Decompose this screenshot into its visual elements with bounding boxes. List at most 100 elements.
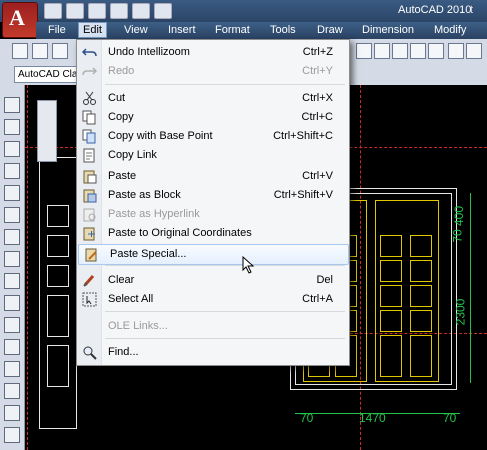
menu-item-shortcut: Ctrl+Y xyxy=(302,65,333,77)
menu-item-label: Paste Special... xyxy=(110,248,187,260)
menu-item-paste[interactable]: Paste Ctrl+V xyxy=(77,167,349,186)
menu-item-paste-hyperlink[interactable]: Paste as Hyperlink xyxy=(77,205,349,224)
undo-icon[interactable] xyxy=(110,3,128,19)
menu-item-shortcut: Ctrl+X xyxy=(302,92,333,104)
redo-icon[interactable] xyxy=(132,3,150,19)
ellipse-icon[interactable] xyxy=(4,295,20,311)
window-pane xyxy=(47,345,69,387)
menu-item-clear[interactable]: Clear Del xyxy=(77,271,349,290)
menu-item-label: Redo xyxy=(108,65,135,77)
title-bar: AutoCAD 2010 t xyxy=(0,0,487,22)
door-panel xyxy=(410,335,432,377)
menu-separator xyxy=(105,84,345,85)
menu-file[interactable]: File xyxy=(44,23,70,37)
zoom-previous-icon[interactable] xyxy=(410,43,426,59)
tool-palette-strip[interactable] xyxy=(37,100,57,162)
menu-modify[interactable]: Modify xyxy=(430,23,470,37)
construction-line-icon[interactable] xyxy=(4,119,20,135)
table-icon[interactable] xyxy=(4,427,20,443)
menu-item-select-all[interactable]: Select All Ctrl+A xyxy=(77,290,349,309)
new-icon[interactable] xyxy=(12,43,28,59)
hatch-icon[interactable] xyxy=(4,383,20,399)
menu-edit[interactable]: Edit xyxy=(78,22,107,38)
menu-item-undo[interactable]: Undo Intellizoom Ctrl+Z xyxy=(77,43,349,62)
menu-item-paste-original[interactable]: Paste to Original Coordinates xyxy=(77,224,349,243)
find-icon xyxy=(83,346,97,360)
menu-format[interactable]: Format xyxy=(211,23,254,37)
new-icon[interactable] xyxy=(44,3,62,19)
door-pane xyxy=(410,285,432,307)
menu-draw[interactable]: Draw xyxy=(313,23,347,37)
menu-insert[interactable]: Insert xyxy=(164,23,200,37)
zoom-window-icon[interactable] xyxy=(392,43,408,59)
eraser-icon xyxy=(83,275,95,287)
menu-item-cut[interactable]: Cut Ctrl+X xyxy=(77,89,349,108)
paste-block-icon xyxy=(83,189,97,203)
door-pane xyxy=(410,310,432,332)
polyline-icon[interactable] xyxy=(4,141,20,157)
zoom-extents-icon[interactable] xyxy=(428,43,444,59)
menu-item-ole-links[interactable]: OLE Links... xyxy=(77,317,349,336)
menu-tools[interactable]: Tools xyxy=(266,23,300,37)
rectangle-icon[interactable] xyxy=(4,185,20,201)
menu-item-find[interactable]: Find... xyxy=(77,343,349,362)
menu-item-redo[interactable]: Redo Ctrl+Y xyxy=(77,62,349,81)
menu-item-copy-link[interactable]: Copy Link xyxy=(77,146,349,165)
center-line xyxy=(27,85,28,450)
properties-icon[interactable] xyxy=(448,43,464,59)
menu-item-paste-block[interactable]: Paste as Block Ctrl+Shift+V xyxy=(77,186,349,205)
paste-hyperlink-icon xyxy=(83,208,96,222)
mouse-cursor-icon xyxy=(242,256,255,274)
polygon-icon[interactable] xyxy=(4,163,20,179)
menu-item-label: Copy with Base Point xyxy=(108,130,213,142)
arc-icon[interactable] xyxy=(4,207,20,223)
menu-item-shortcut: Ctrl+A xyxy=(302,293,333,305)
dimension-text: 400 xyxy=(452,205,467,227)
quick-access-toolbar xyxy=(44,3,172,19)
open-icon[interactable] xyxy=(32,43,48,59)
menu-item-label: Undo Intellizoom xyxy=(108,46,190,58)
save-icon[interactable] xyxy=(88,3,106,19)
make-block-icon[interactable] xyxy=(4,339,20,355)
menu-bar: File Edit View Insert Format Tools Draw … xyxy=(36,22,487,39)
menu-item-shortcut: Ctrl+C xyxy=(301,111,333,123)
door-pane xyxy=(380,285,402,307)
menu-view[interactable]: View xyxy=(120,23,152,37)
save-icon[interactable] xyxy=(52,43,68,59)
door-pane xyxy=(380,260,402,282)
zoom-realtime-icon[interactable] xyxy=(374,43,390,59)
paste-special-icon xyxy=(85,248,97,262)
menu-item-paste-special[interactable]: Paste Special... xyxy=(78,244,349,265)
circle-icon[interactable] xyxy=(4,229,20,245)
spline-icon[interactable] xyxy=(4,273,20,289)
line-icon[interactable] xyxy=(4,97,20,113)
revision-cloud-icon[interactable] xyxy=(4,251,20,267)
region-icon[interactable] xyxy=(4,405,20,421)
menu-item-shortcut: Ctrl+Shift+C xyxy=(273,130,333,142)
menu-item-label: Paste as Block xyxy=(108,189,181,201)
app-title-extra: t xyxy=(470,4,474,16)
dimension-text: 1470 xyxy=(359,411,386,425)
menu-item-label: OLE Links... xyxy=(108,320,168,332)
menu-dimension[interactable]: Dimension xyxy=(358,23,418,37)
menu-item-copy-base-point[interactable]: Copy with Base Point Ctrl+Shift+C xyxy=(77,127,349,146)
menu-separator xyxy=(105,311,345,312)
door-panel xyxy=(380,335,402,377)
insert-block-icon[interactable] xyxy=(4,317,20,333)
menu-item-copy[interactable]: Copy Ctrl+C xyxy=(77,108,349,127)
dimension-text: 2300 xyxy=(453,298,468,326)
menu-item-label: Copy Link xyxy=(108,149,157,161)
scissors-icon xyxy=(83,91,96,105)
pan-icon[interactable] xyxy=(356,43,372,59)
dimension-text: 70 xyxy=(450,229,465,243)
paste-original-icon xyxy=(83,227,95,241)
print-icon[interactable] xyxy=(154,3,172,19)
dimension-line xyxy=(470,193,471,383)
design-center-icon[interactable] xyxy=(466,43,482,59)
application-menu-button[interactable]: A xyxy=(2,2,38,38)
menu-item-label: Paste xyxy=(108,170,137,182)
menu-item-shortcut: Ctrl+Shift+V xyxy=(273,189,333,201)
dimension-text: 70 xyxy=(300,411,314,425)
point-icon[interactable] xyxy=(4,361,20,377)
open-icon[interactable] xyxy=(66,3,84,19)
